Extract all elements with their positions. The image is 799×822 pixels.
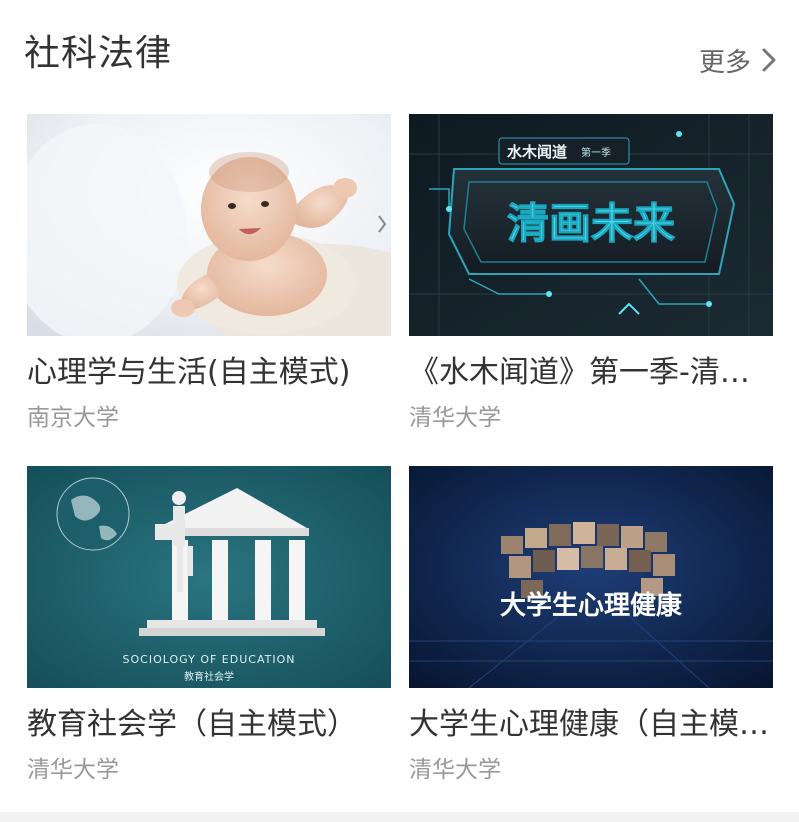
more-label: 更多 — [698, 47, 751, 78]
thumb-main-text: 清画未来 — [507, 199, 675, 248]
course-title: 教育社会学（自主模式） — [27, 707, 357, 742]
thumb-main-text: 大学生心理健康 — [500, 590, 683, 621]
photo-wall-image: 大学生心理健康 — [409, 466, 773, 688]
course-school: 南京大学 — [27, 405, 119, 431]
course-card[interactable]: SOCIOLOGY OF EDUCATION 教育社会学 教育社会学（自主模式）… — [27, 466, 391, 818]
course-thumbnail: 大学生心理健康 — [409, 466, 773, 688]
course-card[interactable]: 大学生心理健康 大学生心理健康（自主模式） 清华大学 — [409, 466, 773, 818]
course-thumbnail — [27, 114, 391, 336]
course-card[interactable]: 水木闻道 第一季 清画未来 《水木闻道》第一季-清华讲堂 清华大学 — [409, 114, 773, 466]
course-title: 大学生心理健康（自主模式） — [409, 707, 773, 742]
course-title: 《水木闻道》第一季-清华讲堂 — [409, 355, 773, 390]
chevron-right-icon — [762, 48, 776, 72]
tech-banner-image: 水木闻道 第一季 清画未来 — [409, 114, 773, 336]
more-link[interactable]: 更多 — [699, 40, 779, 80]
thumb-top-text: 水木闻道 — [507, 143, 567, 161]
thumb-top-sub: 第一季 — [581, 146, 611, 159]
course-grid: 心理学与生活(自主模式) 南京大学 水木闻道 第一季 清画未来 《水木闻道》第一… — [27, 114, 773, 818]
baby-photo-image — [27, 114, 391, 336]
section-header: 社科法律 更多 — [0, 0, 799, 100]
course-thumbnail: 水木闻道 第一季 清画未来 — [409, 114, 773, 336]
course-title: 心理学与生活(自主模式) — [27, 355, 351, 390]
education-temple-image: SOCIOLOGY OF EDUCATION 教育社会学 — [27, 466, 391, 688]
section-title: 社科法律 — [24, 33, 173, 74]
course-thumbnail: SOCIOLOGY OF EDUCATION 教育社会学 — [27, 466, 391, 688]
bottom-divider — [0, 812, 799, 822]
course-school: 清华大学 — [409, 757, 501, 783]
course-school: 清华大学 — [27, 757, 119, 783]
thumb-caption-cn: 教育社会学 — [184, 670, 234, 683]
course-card[interactable]: 心理学与生活(自主模式) 南京大学 — [27, 114, 391, 466]
course-school: 清华大学 — [409, 405, 501, 431]
thumb-caption-en: SOCIOLOGY OF EDUCATION — [123, 653, 296, 666]
